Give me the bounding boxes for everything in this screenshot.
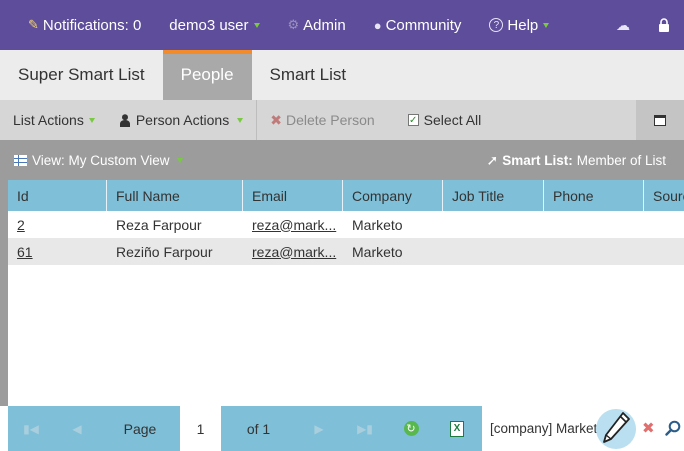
window-toggle-button[interactable] <box>636 100 684 140</box>
last-page-button[interactable]: ▶▮ <box>342 406 388 451</box>
column-header-company[interactable]: Company <box>343 180 443 211</box>
tab-bar: Super Smart List People Smart List <box>0 50 684 100</box>
tab-super-smart-list[interactable]: Super Smart List <box>0 50 163 100</box>
select-all-button[interactable]: ✓ Select All <box>388 100 495 140</box>
view-bar: View: My Custom View ➚ Smart List: Membe… <box>0 140 684 180</box>
excel-icon: X <box>450 420 464 437</box>
full-name-cell: Reza Farpour <box>116 216 202 233</box>
email-link[interactable]: reza@mark... <box>252 244 336 260</box>
column-header-id[interactable]: Id <box>8 180 107 211</box>
page-label: Page <box>123 420 157 437</box>
chevron-down-icon <box>543 22 550 28</box>
last-page-icon: ▶▮ <box>357 421 373 436</box>
notifications-label: Notifications: 0 <box>42 16 142 34</box>
toolbar: List Actions Person Actions ✖ Delete Per… <box>0 100 684 140</box>
id-link[interactable]: 61 <box>17 244 33 260</box>
user-menu[interactable]: demo3 user <box>155 0 273 50</box>
smart-list-label: Smart List: <box>502 152 573 168</box>
smart-list-icon: ➚ <box>486 151 499 168</box>
user-name: demo3 user <box>169 16 249 34</box>
admin-label: Admin <box>303 16 346 34</box>
list-actions-label: List Actions <box>13 112 84 128</box>
refresh-icon: ↻ <box>403 421 419 436</box>
pencil-cursor-icon <box>596 409 636 449</box>
refresh-button[interactable]: ↻ <box>388 406 434 451</box>
table-row[interactable]: 2 Reza Farpour reza@mark... Marketo <box>8 211 684 238</box>
delete-person-icon: ✖ <box>270 111 282 128</box>
full-name-cell: Reziño Farpour <box>116 243 213 260</box>
view-selector[interactable]: View: My Custom View <box>0 153 183 168</box>
window-icon <box>654 114 666 126</box>
pager-bar: ▮◀ ◀ Page 1 of 1 ▶ ▶▮ ↻ X [company] Mark… <box>8 406 684 451</box>
view-label: View: My Custom View <box>32 152 170 168</box>
gear-icon: ⚙ <box>287 17 300 32</box>
list-actions-button[interactable]: List Actions <box>0 100 108 140</box>
first-page-button[interactable]: ▮◀ <box>8 406 54 451</box>
next-page-icon: ▶ <box>314 421 324 436</box>
phone-cell <box>544 238 644 265</box>
notifications-button[interactable]: ✎ Notifications: 0 <box>0 0 155 50</box>
table-row[interactable]: 61 Reziño Farpour reza@mark... Marketo <box>8 238 684 265</box>
tab-people[interactable]: People <box>162 50 252 100</box>
person-actions-button[interactable]: Person Actions <box>108 100 256 140</box>
company-cell: Marketo <box>352 216 403 233</box>
clear-filter-icon[interactable]: ✖ <box>642 419 655 437</box>
column-header-phone[interactable]: Phone <box>544 180 644 211</box>
chevron-down-icon <box>237 117 244 123</box>
prev-page-icon: ◀ <box>72 421 82 436</box>
community-label: Community <box>385 16 462 34</box>
lock-icon <box>659 18 669 32</box>
left-strip <box>0 180 8 406</box>
smart-list-value: Member of List <box>576 152 666 168</box>
checkbox-icon: ✓ <box>407 114 419 126</box>
filter-display[interactable]: [company] Marketo ✖ <box>482 406 684 451</box>
column-header-email[interactable]: Email <box>243 180 343 211</box>
help-menu[interactable]: ? Help <box>475 0 563 50</box>
search-icon[interactable] <box>665 420 681 436</box>
delete-person-button[interactable]: ✖ Delete Person <box>257 100 387 140</box>
lock-button[interactable] <box>642 0 684 50</box>
chevron-down-icon <box>176 157 183 163</box>
prev-page-button[interactable]: ◀ <box>54 406 100 451</box>
select-all-label: Select All <box>423 112 482 128</box>
community-button[interactable]: ● Community <box>360 0 476 50</box>
page-count-label: of 1 <box>246 420 271 437</box>
phone-cell <box>544 211 644 238</box>
page-number-input[interactable]: 1 <box>180 406 221 451</box>
people-table: Id Full Name Email Company Job Title Pho… <box>8 180 684 406</box>
column-header-job-title[interactable]: Job Title <box>443 180 544 211</box>
column-header-source[interactable]: Source <box>644 180 684 211</box>
chevron-down-icon <box>253 22 260 28</box>
job-title-cell <box>443 238 544 265</box>
chevron-down-icon <box>88 117 95 123</box>
admin-button[interactable]: ⚙ Admin <box>274 0 360 50</box>
filter-text: [company] Marketo <box>490 421 605 436</box>
community-icon: ● <box>373 17 382 33</box>
person-icon <box>119 113 130 127</box>
help-icon: ? <box>489 18 504 32</box>
export-excel-button[interactable]: X <box>434 406 480 451</box>
help-label: Help <box>507 16 539 34</box>
email-link[interactable]: reza@mark... <box>252 217 336 233</box>
cloud-button[interactable]: ☁ <box>604 0 642 50</box>
top-bar: ✎ Notifications: 0 demo3 user ⚙ Admin ● … <box>0 0 684 50</box>
cloud-icon: ☁ <box>616 16 630 33</box>
company-cell: Marketo <box>352 243 403 260</box>
smart-list-indicator[interactable]: ➚ Smart List: Member of List <box>486 140 666 180</box>
person-actions-label: Person Actions <box>135 112 230 128</box>
column-header-full-name[interactable]: Full Name <box>107 180 243 211</box>
table-header: Id Full Name Email Company Job Title Pho… <box>8 180 684 211</box>
first-page-icon: ▮◀ <box>23 421 39 436</box>
grid-view-icon <box>14 154 27 166</box>
notebook-icon: ✎ <box>28 17 39 32</box>
delete-person-label: Delete Person <box>285 112 375 128</box>
tab-smart-list[interactable]: Smart List <box>252 50 365 100</box>
id-link[interactable]: 2 <box>17 217 25 233</box>
next-page-button[interactable]: ▶ <box>296 406 342 451</box>
job-title-cell <box>443 211 544 238</box>
